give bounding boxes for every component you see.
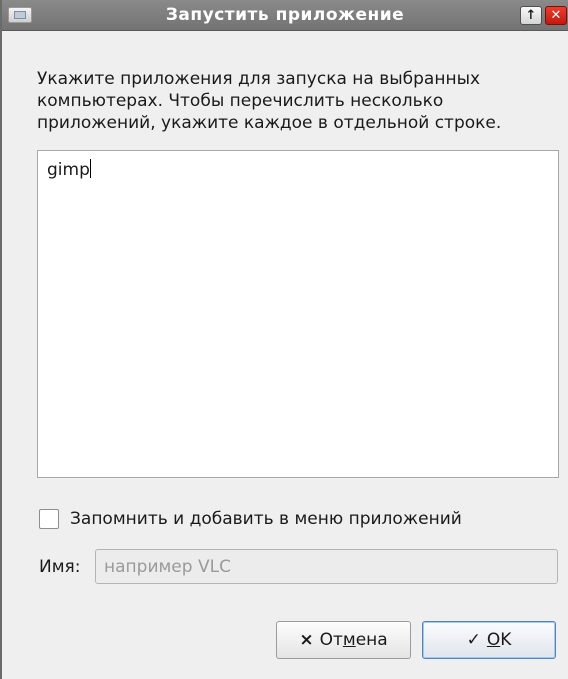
name-label: Имя: bbox=[39, 557, 81, 577]
ok-label-post: K bbox=[500, 630, 512, 650]
arrow-up-icon: ↑ bbox=[525, 8, 537, 23]
run-application-dialog: Запустить приложение ↑ ✕ Укажите приложе… bbox=[0, 0, 568, 679]
ok-label-mnemonic: O bbox=[486, 630, 501, 650]
checkmark-icon: ✓ bbox=[466, 630, 481, 650]
close-icon: ✕ bbox=[550, 8, 562, 23]
applications-text: gimp bbox=[47, 160, 90, 180]
remember-checkbox-label[interactable]: Запомнить и добавить в меню приложений bbox=[70, 508, 462, 530]
window-title: Запустить приложение bbox=[165, 5, 405, 25]
cancel-label-post: ена bbox=[355, 630, 388, 650]
cancel-label-pre: От bbox=[319, 630, 343, 650]
instructions-text: Укажите приложения для запуска на выбран… bbox=[37, 69, 502, 133]
title-bar[interactable]: Запустить приложение ↑ ✕ bbox=[2, 0, 568, 31]
close-window-button[interactable]: ✕ bbox=[545, 6, 567, 25]
raise-window-button[interactable]: ↑ bbox=[520, 6, 542, 25]
cancel-icon: × bbox=[299, 630, 314, 650]
text-cursor bbox=[89, 159, 91, 178]
name-input[interactable] bbox=[95, 549, 558, 584]
applications-textarea[interactable]: gimp bbox=[37, 150, 559, 478]
remember-checkbox[interactable] bbox=[39, 509, 59, 529]
cancel-button[interactable]: × Отмена bbox=[276, 621, 411, 659]
cancel-label-mnemonic: м bbox=[342, 630, 356, 650]
ok-button[interactable]: ✓ OK bbox=[422, 621, 556, 659]
